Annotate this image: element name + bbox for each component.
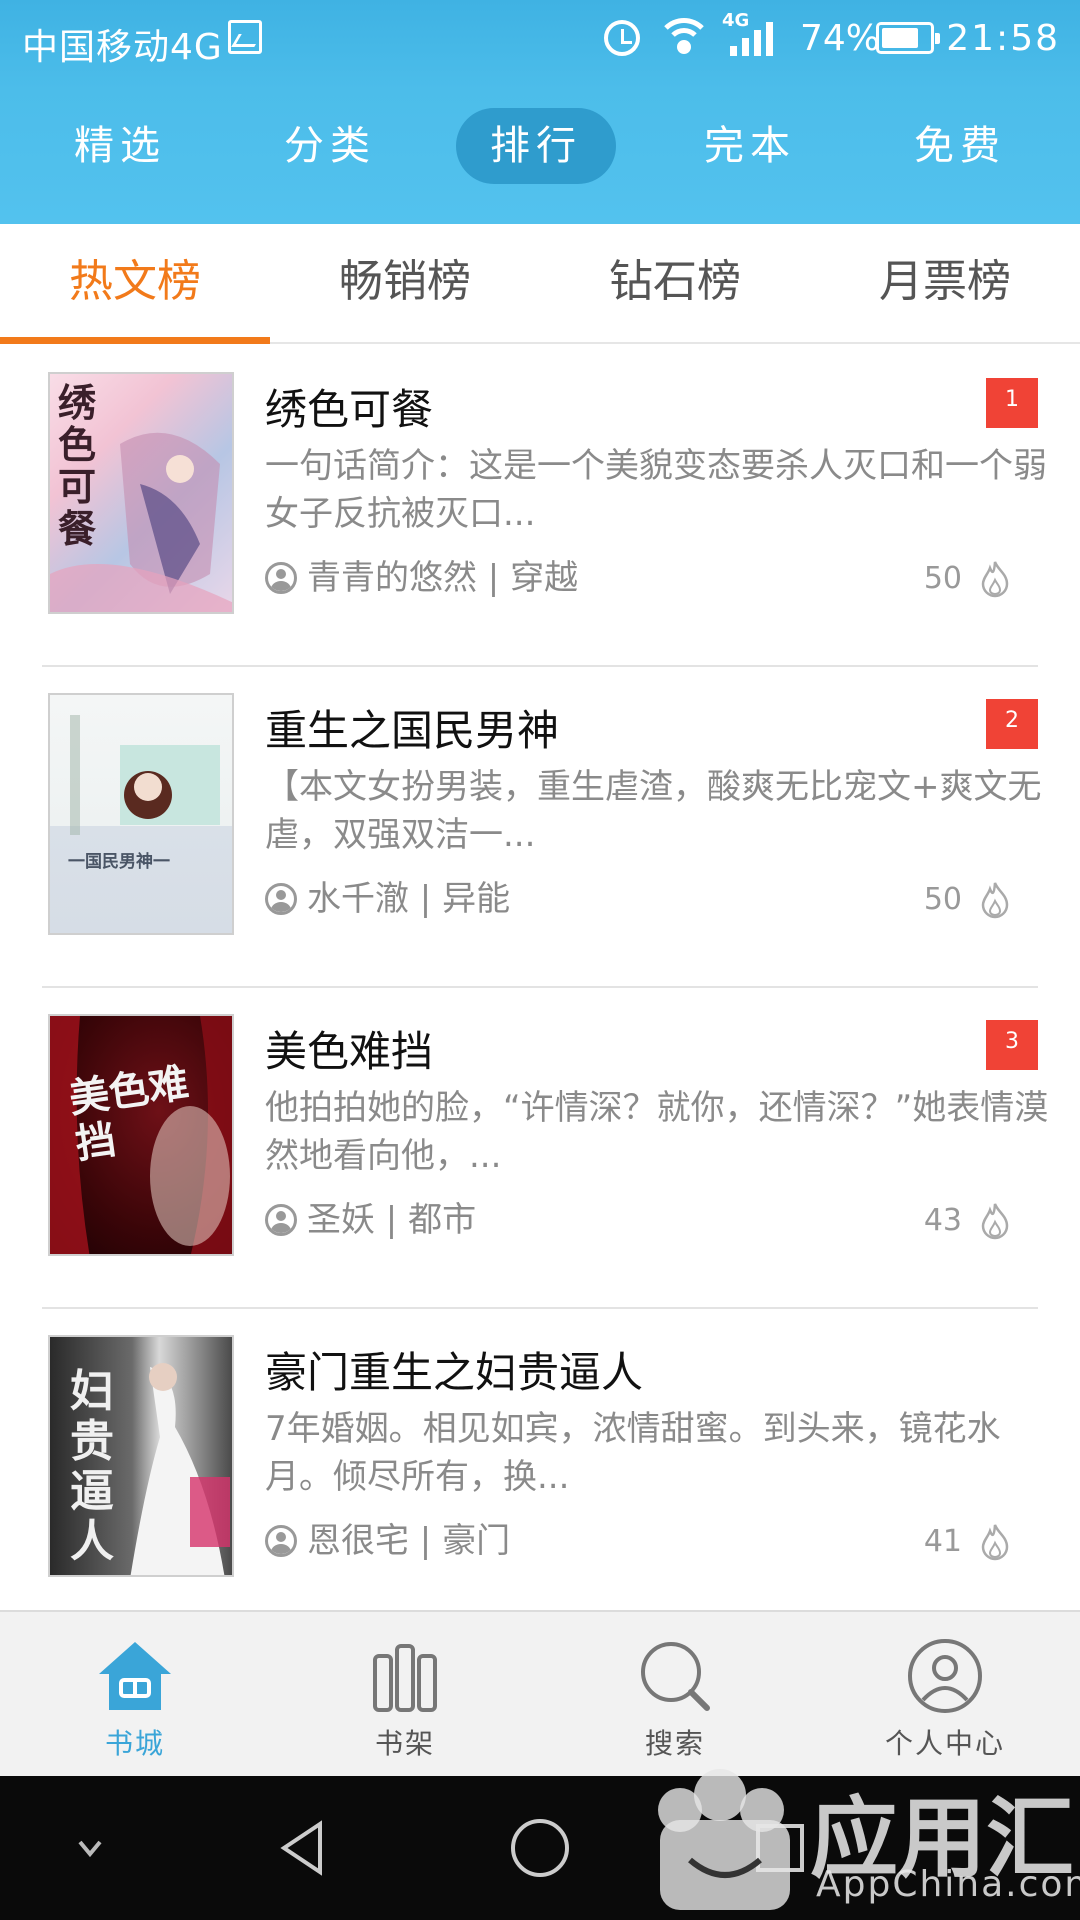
- heat-count: 50: [923, 882, 962, 917]
- rank-badge: 1: [986, 378, 1038, 428]
- heat-count: 50: [923, 561, 962, 596]
- nav-bookstore-label: 书城: [104, 1727, 165, 1760]
- rank-badge: 2: [986, 699, 1038, 749]
- cover-title: 妇贵逼人: [70, 1366, 114, 1567]
- list-item[interactable]: 妇贵逼人 豪门重生之妇贵逼人 7年婚姻。相见如宾，浓情甜蜜。到头来，镜花水月。倾…: [42, 1309, 1038, 1630]
- rank-badge: 3: [986, 1020, 1038, 1070]
- book-meta: 圣妖 | 都市: [265, 1198, 476, 1242]
- heat-count: 41: [923, 1524, 962, 1559]
- subtab-monthly-ticket[interactable]: 月票榜: [810, 224, 1080, 344]
- author-and-genre: 青青的悠然 | 穿越: [307, 558, 579, 598]
- nav-bookshelf-label: 书架: [374, 1727, 435, 1760]
- battery-icon: [876, 22, 940, 54]
- subtab-hot[interactable]: 热文榜: [0, 224, 270, 344]
- book-cover[interactable]: 绣色可餐: [48, 372, 234, 614]
- profile-icon: [908, 1639, 982, 1713]
- bookshelf-icon: [373, 1644, 437, 1712]
- flame-icon: [981, 882, 1009, 919]
- book-title[interactable]: 豪门重生之妇贵逼人: [265, 1339, 643, 1400]
- watermark-logo-icon: [658, 1769, 790, 1910]
- cover-art: [50, 432, 232, 612]
- tab-featured[interactable]: 精选: [40, 108, 200, 184]
- author-and-genre: 水千澈 | 异能: [307, 879, 511, 919]
- author-icon: [265, 1524, 297, 1557]
- book-meta: 青青的悠然 | 穿越: [265, 556, 578, 600]
- clock: 21:58: [946, 18, 1060, 59]
- list-item[interactable]: 一国民男神一 重生之国民男神 2 【本文女扮男装，重生虐渣，酸爽无比宠文+爽文无…: [42, 667, 1042, 988]
- cover-art: [70, 715, 220, 835]
- author-and-genre: 恩很宅 | 豪门: [307, 1521, 511, 1561]
- book-description: 7年婚姻。相见如宾，浓情甜蜜。到头来，镜花水月。倾尽所有，换...: [265, 1409, 1001, 1497]
- author-and-genre: 圣妖 | 都市: [307, 1200, 477, 1240]
- book-title[interactable]: 绣色可餐: [265, 376, 433, 437]
- book-meta: 水千澈 | 异能: [265, 877, 510, 921]
- wifi-icon: [656, 16, 712, 56]
- back-icon[interactable]: [272, 1818, 332, 1878]
- book-title[interactable]: 重生之国民男神: [265, 697, 559, 758]
- nav-bookstore[interactable]: 书城: [0, 1612, 270, 1778]
- heat-count: 43: [923, 1203, 962, 1238]
- book-cover[interactable]: 妇贵逼人: [48, 1335, 234, 1577]
- status-bar: 中国移动4G 4G 74% 21:58: [0, 0, 1080, 74]
- flame-icon: [981, 561, 1009, 598]
- hide-nav-icon[interactable]: [70, 1834, 110, 1864]
- book-description: 他拍拍她的脸，“许情深？就你，还情深？”她表情漠然地看向他，...: [265, 1088, 1049, 1176]
- list-item[interactable]: 美色难挡 美色难挡 3 他拍拍她的脸，“许情深？就你，还情深？”她表情漠然地看向…: [42, 988, 1048, 1309]
- home-button-icon[interactable]: [508, 1816, 572, 1880]
- tab-completed[interactable]: 完本: [670, 108, 830, 184]
- flame-icon: [981, 1524, 1009, 1561]
- subtab-diamond[interactable]: 钻石榜: [540, 224, 810, 344]
- tab-ranking[interactable]: 排行: [456, 108, 616, 184]
- book-cover[interactable]: 美色难挡: [48, 1014, 234, 1256]
- active-tab-indicator: [0, 337, 270, 344]
- tab-categories[interactable]: 分类: [250, 108, 410, 184]
- cover-title: 一国民男神一: [68, 852, 170, 872]
- ranking-subtabs: 热文榜 畅销榜 钻石榜 月票榜: [0, 224, 1080, 344]
- author-icon: [265, 1203, 297, 1236]
- signal-icon: [730, 22, 780, 56]
- app-header: 中国移动4G 4G 74% 21:58 精选 分类 排行 完本 免费: [0, 0, 1080, 224]
- book-cover[interactable]: 一国民男神一: [48, 693, 234, 935]
- flame-icon: [981, 1203, 1009, 1240]
- search-icon: [641, 1642, 710, 1711]
- top-nav: 精选 分类 排行 完本 免费: [0, 108, 1080, 200]
- author-icon: [265, 882, 297, 915]
- nav-bookshelf[interactable]: 书架: [270, 1612, 540, 1778]
- watermark-subtext: AppChina.com: [816, 1864, 1080, 1905]
- home-icon: [99, 1642, 171, 1710]
- book-description: 一句话简介：这是一个美貌变态要杀人灭口和一个弱女子反抗被灭口...: [265, 446, 1047, 534]
- subtab-bestseller[interactable]: 畅销榜: [270, 224, 540, 344]
- tab-free[interactable]: 免费: [880, 108, 1040, 184]
- appchina-watermark: 应用汇 AppChina.com: [640, 1740, 1080, 1920]
- carrier-label: 中国移动4G: [22, 27, 223, 68]
- alarm-icon: [604, 20, 640, 56]
- book-meta: 恩很宅 | 豪门: [265, 1519, 510, 1563]
- book-description: 【本文女扮男装，重生虐渣，酸爽无比宠文+爽文无虐，双强双洁一...: [265, 767, 1042, 855]
- gallery-notification-icon: [228, 20, 262, 54]
- book-list: 绣色可餐 绣色可餐 1 一句话简介：这是一个美貌变态要杀人灭口和一个弱女子反抗被…: [0, 346, 1080, 1630]
- battery-percent: 74%: [800, 18, 881, 59]
- book-title[interactable]: 美色难挡: [265, 1018, 433, 1079]
- author-icon: [265, 561, 297, 594]
- list-item[interactable]: 绣色可餐 绣色可餐 1 一句话简介：这是一个美貌变态要杀人灭口和一个弱女子反抗被…: [42, 346, 1047, 667]
